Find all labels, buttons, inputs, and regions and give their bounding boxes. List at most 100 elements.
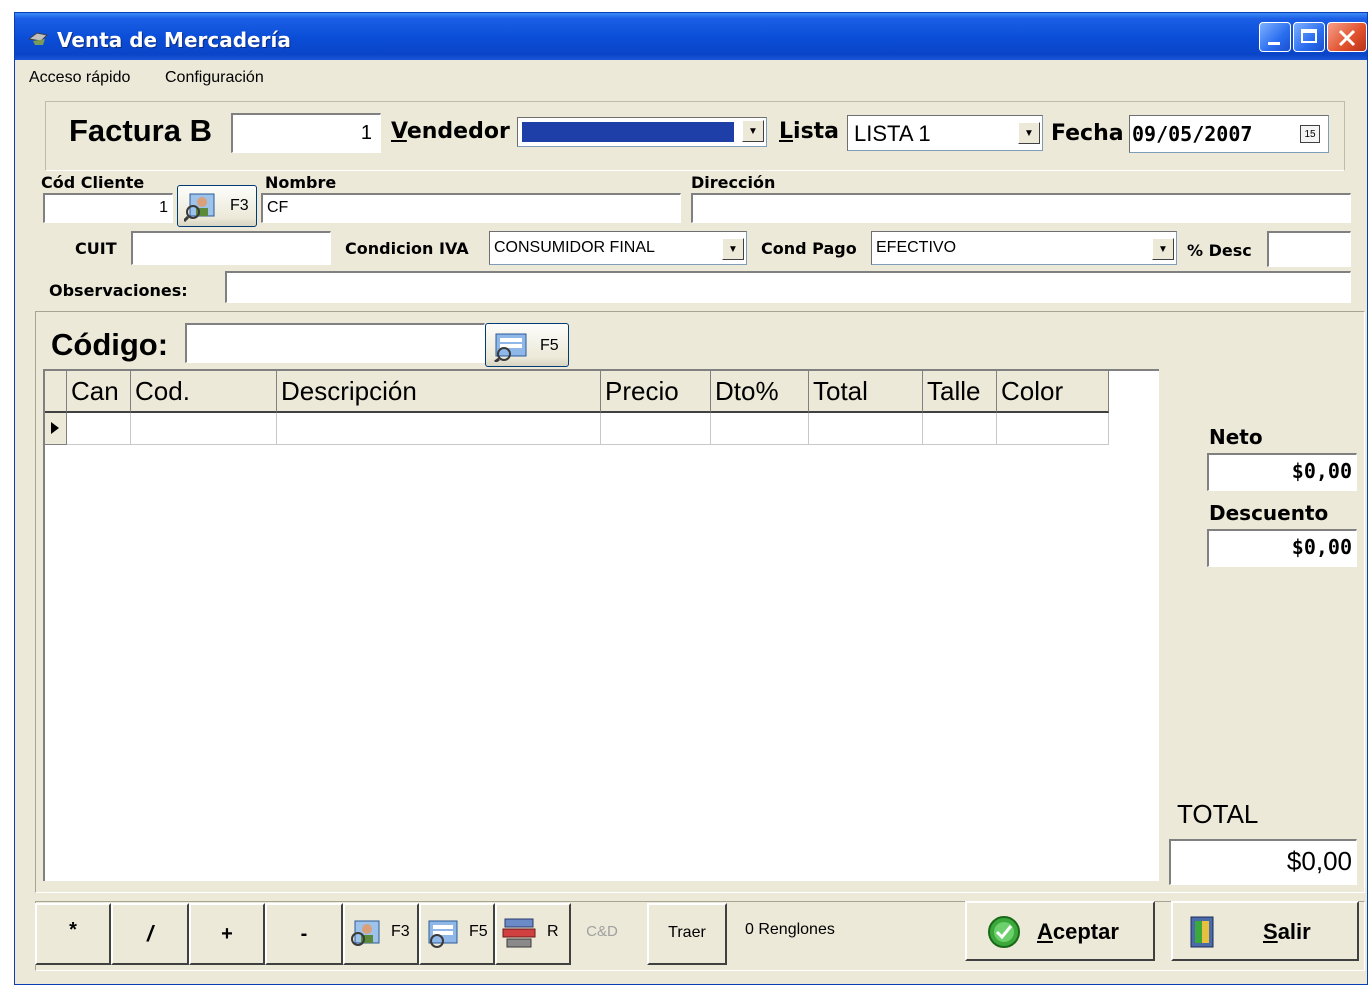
fecha-field[interactable]: 09/05/2007 15 (1129, 115, 1329, 153)
grid-cell[interactable] (67, 413, 131, 445)
r-label: R (547, 923, 559, 940)
desc-field[interactable] (1267, 231, 1351, 267)
col-header-precio[interactable]: Precio (601, 371, 711, 413)
window-title: Venta de Mercadería (57, 28, 291, 52)
codigo-field[interactable] (185, 323, 485, 363)
cuit-label: CUIT (75, 239, 117, 258)
col-header-talle[interactable]: Talle (923, 371, 997, 413)
chevron-down-icon[interactable]: ▼ (1152, 238, 1174, 260)
desc-label: % Desc (1187, 241, 1252, 260)
grid-cell[interactable] (997, 413, 1109, 445)
doc-type-label: Factura B (69, 113, 212, 148)
row-indicator-header (45, 371, 67, 413)
chevron-down-icon[interactable]: ▼ (1018, 122, 1040, 144)
direccion-label: Dirección (691, 173, 776, 192)
cond-pago-select[interactable]: EFECTIVO ▼ (871, 231, 1177, 265)
doc-number-field[interactable]: 1 (231, 113, 381, 153)
divide-button[interactable]: / (111, 903, 189, 965)
cond-pago-value: EFECTIVO (876, 239, 957, 256)
traer-button[interactable]: Traer (647, 903, 727, 965)
calendar-icon[interactable]: 15 (1300, 125, 1320, 143)
client-search-icon (184, 193, 215, 222)
close-button[interactable] (1327, 22, 1367, 52)
aceptar-button[interactable]: Aceptar (965, 901, 1155, 961)
nombre-field[interactable]: CF (261, 193, 681, 223)
condicion-iva-value: CONSUMIDOR FINAL (494, 239, 655, 256)
condicion-iva-select[interactable]: CONSUMIDOR FINAL ▼ (489, 231, 747, 265)
descuento-value: $0,00 (1207, 529, 1357, 567)
observaciones-field[interactable] (225, 271, 1351, 303)
grid-cell[interactable] (131, 413, 277, 445)
exit-door-icon (1190, 916, 1214, 948)
col-header-descripcion[interactable]: Descripción (277, 371, 601, 413)
condicion-iva-label: Condicion IVA (345, 239, 469, 258)
f5-label: F5 (469, 923, 488, 940)
r-button[interactable]: R (495, 903, 571, 965)
cuit-field[interactable] (131, 231, 331, 265)
minimize-button[interactable] (1259, 22, 1291, 52)
multiply-button[interactable]: * (35, 903, 111, 965)
codigo-label: Código: (51, 327, 169, 362)
neto-value: $0,00 (1207, 453, 1357, 491)
renglones-count: 0 Renglones (745, 921, 835, 938)
vendedor-selected-highlight (522, 122, 734, 142)
col-header-total[interactable]: Total (809, 371, 923, 413)
minus-button[interactable]: - (265, 903, 343, 965)
f3-label: F3 (391, 923, 410, 940)
menu-configuracion[interactable]: Configuración (165, 69, 264, 87)
lista-select[interactable]: LISTA 1 ▼ (847, 115, 1043, 151)
fecha-value: 09/05/2007 (1132, 122, 1253, 146)
cod-cliente-label: Cód Cliente (41, 173, 145, 192)
lista-accesskey: L (779, 119, 794, 144)
lista-value: LISTA 1 (854, 121, 931, 146)
neto-label: Neto (1209, 425, 1263, 449)
client-lookup-key: F3 (230, 197, 249, 214)
title-bar[interactable]: Venta de Mercadería (15, 13, 1367, 60)
product-search-icon (494, 333, 527, 362)
chevron-down-icon[interactable]: ▼ (722, 238, 744, 260)
client-lookup-button[interactable]: F3 (177, 185, 257, 227)
vendedor-select[interactable]: ▼ (517, 117, 767, 147)
col-header-color[interactable]: Color (997, 371, 1109, 413)
total-label: TOTAL (1177, 799, 1259, 829)
minimize-icon (1268, 42, 1280, 45)
check-icon (988, 916, 1020, 948)
maximize-button[interactable] (1293, 22, 1325, 52)
aceptar-accesskey: A (1037, 919, 1053, 944)
main-window: Venta de Mercadería Acceso rápido Config… (14, 12, 1368, 985)
grid-cell[interactable] (923, 413, 997, 445)
product-lookup-key: F5 (540, 337, 559, 354)
app-icon (27, 32, 49, 45)
vendedor-accesskey: V (391, 119, 407, 144)
items-grid[interactable]: Can Cod. Descripción Precio Dto% Total T… (43, 369, 1159, 881)
direccion-field[interactable] (691, 193, 1351, 223)
observaciones-label: Observaciones: (49, 281, 188, 300)
salir-button[interactable]: Salir (1171, 901, 1359, 961)
grid-cell[interactable] (277, 413, 601, 445)
product-lookup-button[interactable]: F5 (485, 323, 569, 367)
grid-cell[interactable] (711, 413, 809, 445)
col-header-can[interactable]: Can (67, 371, 131, 413)
lista-label: Lista (779, 119, 839, 144)
lista-label-rest: ista (793, 119, 840, 144)
current-row-indicator[interactable] (45, 413, 67, 445)
cd-button[interactable]: C&D (577, 923, 627, 940)
grid-cell[interactable] (809, 413, 923, 445)
fecha-label: Fecha (1051, 121, 1124, 146)
f5-product-button[interactable]: F5 (419, 903, 495, 965)
vendedor-label: Vendedor (391, 119, 510, 144)
f3-client-button[interactable]: F3 (343, 903, 419, 965)
plus-button[interactable]: + (189, 903, 265, 965)
cod-cliente-field[interactable]: 1 (43, 193, 173, 223)
close-icon (1338, 29, 1356, 47)
client-search-icon (351, 920, 380, 946)
grid-cell[interactable] (601, 413, 711, 445)
row-pointer-icon (51, 422, 59, 434)
salir-label-rest: alir (1277, 919, 1311, 944)
col-header-dto[interactable]: Dto% (711, 371, 809, 413)
menu-acceso-rapido[interactable]: Acceso rápido (29, 69, 130, 87)
chevron-down-icon[interactable]: ▼ (742, 120, 764, 142)
col-header-cod[interactable]: Cod. (131, 371, 277, 413)
total-value: $0,00 (1169, 839, 1357, 885)
register-icon (502, 918, 536, 948)
